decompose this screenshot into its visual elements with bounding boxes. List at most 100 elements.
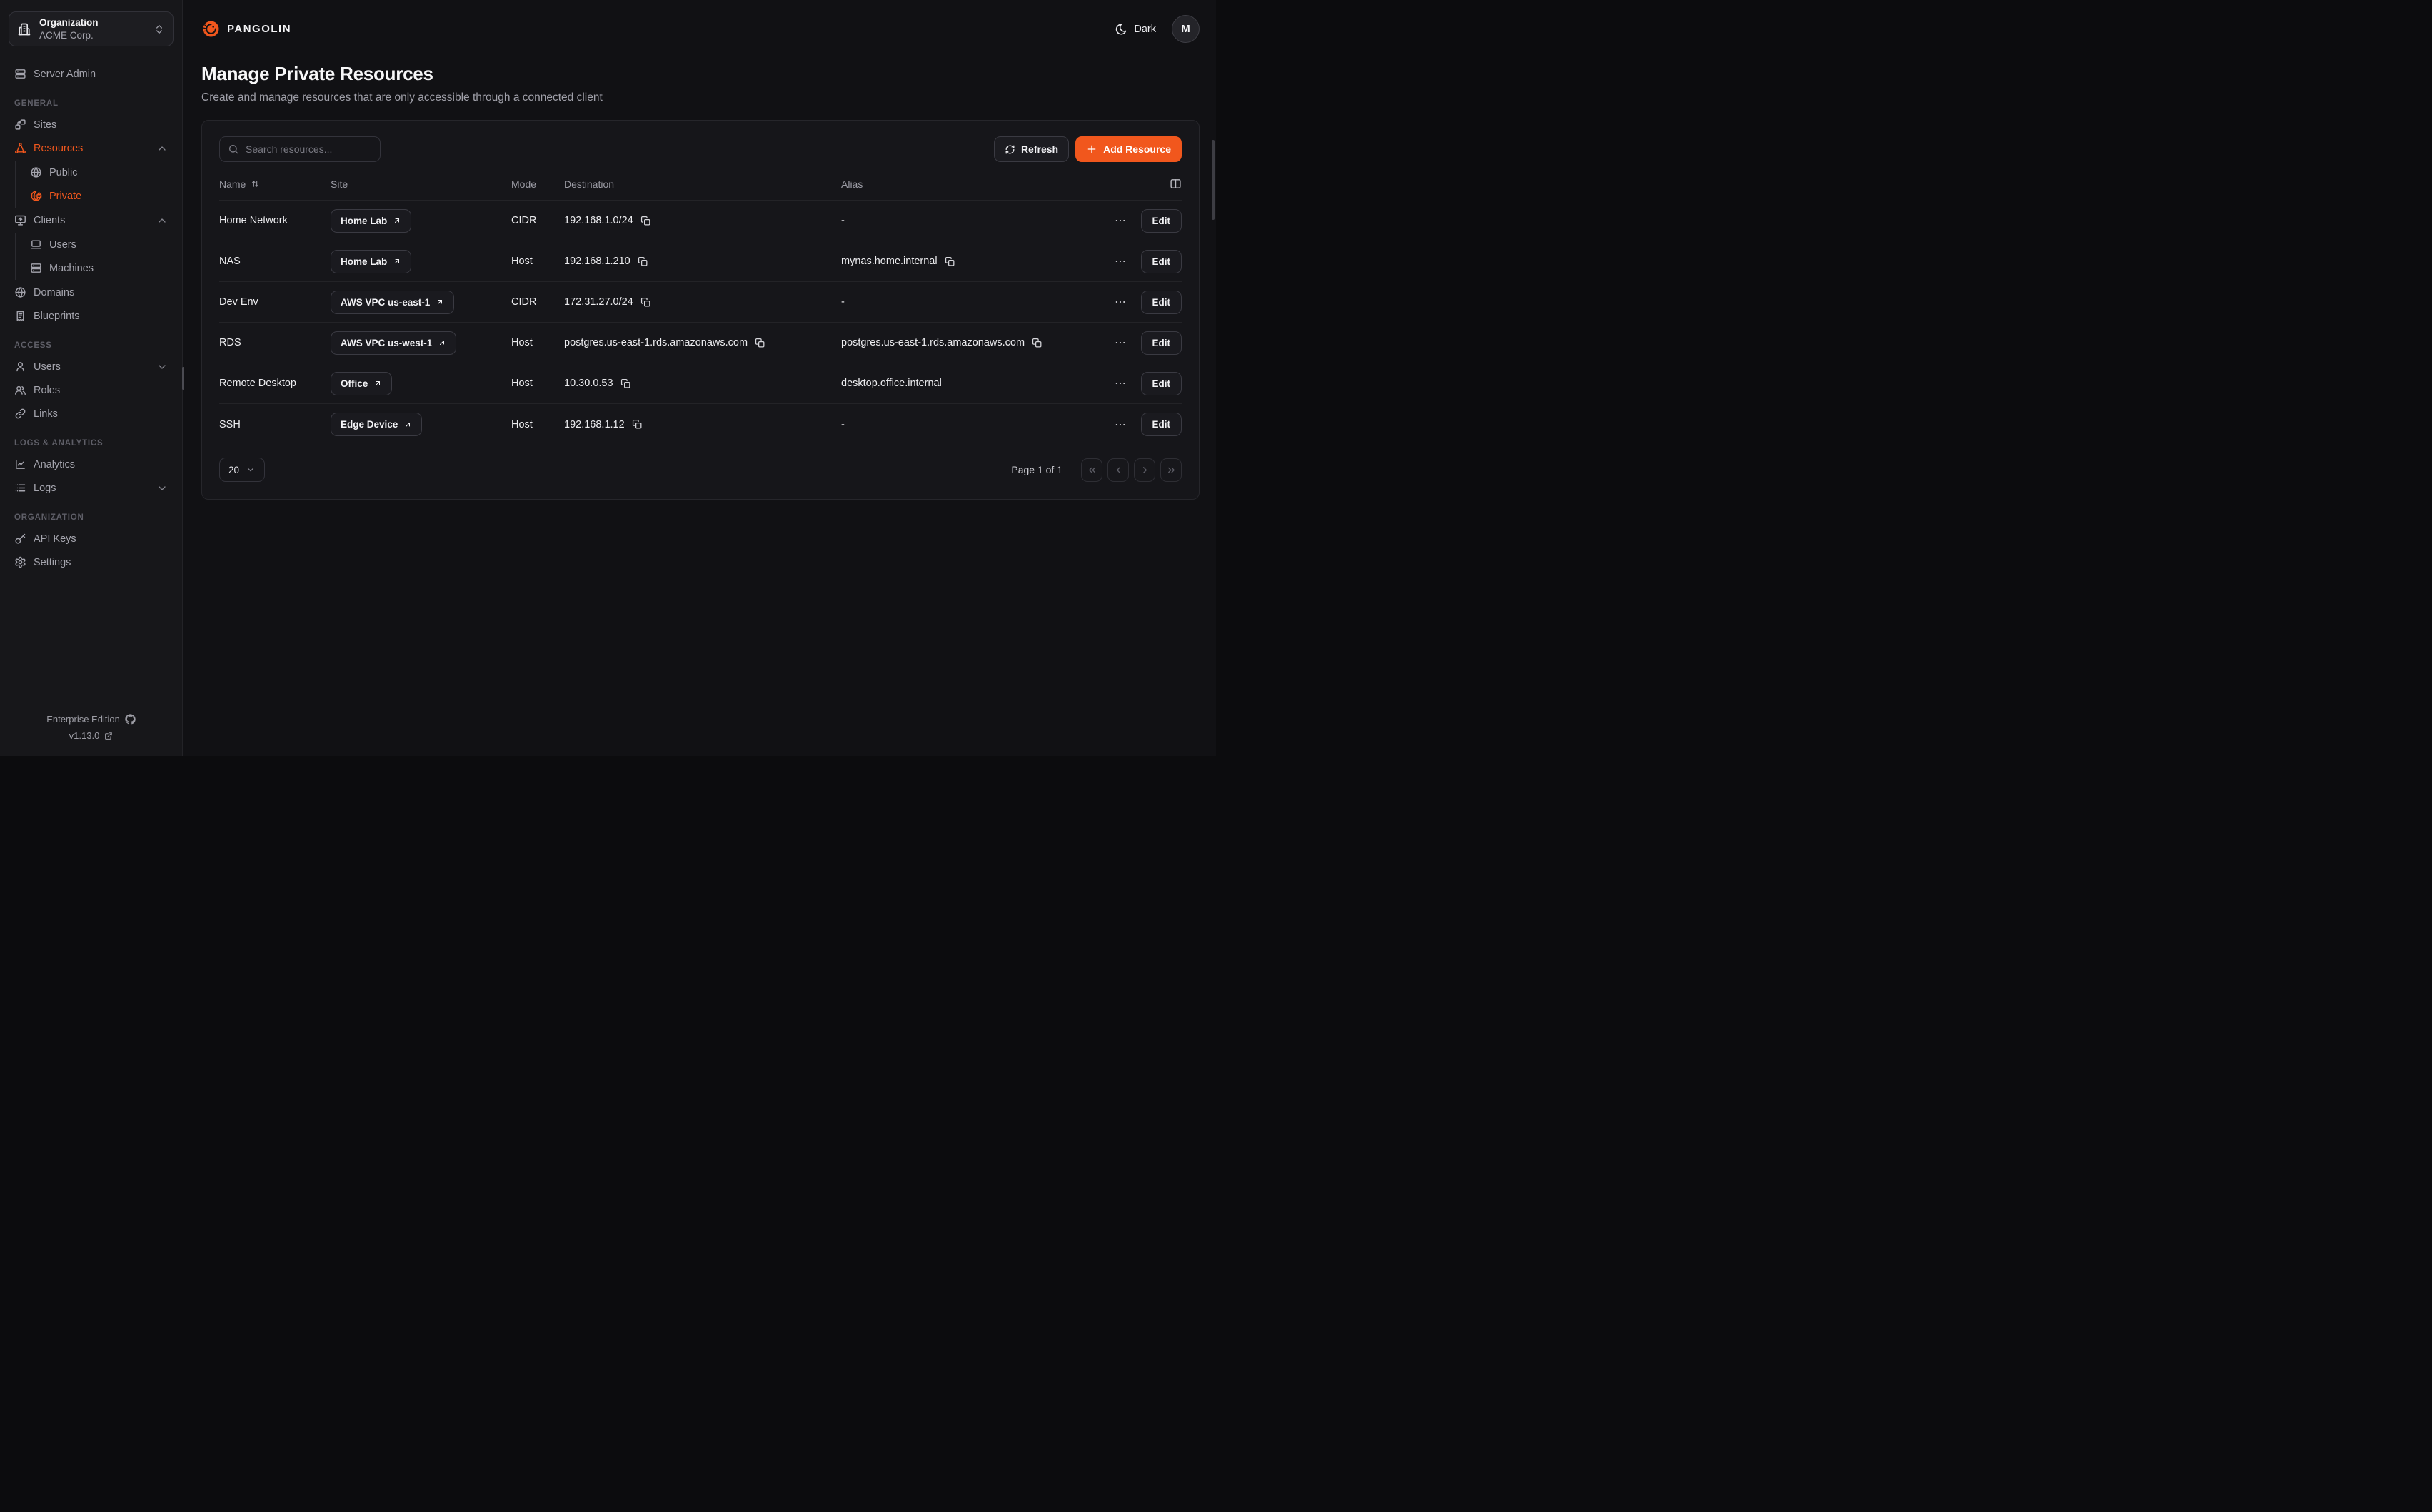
edit-button[interactable]: Edit bbox=[1141, 331, 1182, 355]
last-page-button[interactable] bbox=[1160, 458, 1182, 482]
resource-name-cell: Dev Env bbox=[219, 296, 331, 308]
first-page-button[interactable] bbox=[1081, 458, 1102, 482]
site-link-button[interactable]: Home Lab bbox=[331, 250, 411, 273]
row-menu-button[interactable] bbox=[1114, 296, 1127, 308]
sidebar-item-clients-machines[interactable]: Machines bbox=[24, 256, 174, 280]
site-cell: AWS VPC us-west-1 bbox=[331, 331, 511, 355]
mode-cell: Host bbox=[511, 378, 564, 389]
column-header-site: Site bbox=[331, 178, 511, 190]
add-resource-button[interactable]: Add Resource bbox=[1075, 136, 1182, 162]
row-menu-button[interactable] bbox=[1114, 255, 1127, 268]
row-menu-button[interactable] bbox=[1114, 377, 1127, 390]
waypoints-icon bbox=[14, 142, 26, 154]
sidebar-resize-handle[interactable] bbox=[182, 367, 184, 390]
theme-toggle[interactable]: Dark bbox=[1115, 23, 1156, 36]
site-link-button[interactable]: Office bbox=[331, 372, 392, 395]
brand[interactable]: PANGOLIN bbox=[201, 19, 291, 39]
user-icon bbox=[14, 361, 26, 373]
version-link[interactable]: v1.13.0 bbox=[69, 730, 114, 741]
site-link-button[interactable]: AWS VPC us-east-1 bbox=[331, 291, 454, 314]
next-page-button[interactable] bbox=[1134, 458, 1155, 482]
copy-icon bbox=[755, 338, 765, 348]
site-link-button[interactable]: Home Lab bbox=[331, 209, 411, 233]
edit-button[interactable]: Edit bbox=[1141, 209, 1182, 233]
main-content: PANGOLIN Dark M Manage Private Resources… bbox=[183, 0, 1216, 756]
pagination-controls: Page 1 of 1 bbox=[1011, 458, 1182, 482]
copy-destination-button[interactable] bbox=[620, 378, 631, 389]
chevron-down-icon bbox=[246, 465, 256, 475]
window-scrollbar-thumb[interactable] bbox=[1212, 140, 1215, 220]
site-link-button[interactable]: Edge Device bbox=[331, 413, 422, 436]
sidebar-item-logs[interactable]: Logs bbox=[9, 476, 174, 500]
sidebar-item-settings[interactable]: Settings bbox=[9, 550, 174, 574]
chevron-right-icon bbox=[1140, 465, 1150, 475]
org-selector[interactable]: Organization ACME Corp. bbox=[9, 11, 174, 46]
site-cell: Home Lab bbox=[331, 250, 511, 273]
sidebar-item-label: Logs bbox=[34, 483, 149, 494]
sidebar-item-label: Users bbox=[34, 361, 149, 373]
arrow-up-right-icon bbox=[393, 216, 401, 225]
refresh-button[interactable]: Refresh bbox=[994, 136, 1069, 162]
list-icon bbox=[14, 482, 26, 494]
edit-button[interactable]: Edit bbox=[1141, 372, 1182, 395]
monitor-up-icon bbox=[14, 214, 26, 226]
destination-value: 172.31.27.0/24 bbox=[564, 296, 633, 308]
chevron-down-icon bbox=[156, 483, 168, 494]
sidebar-item-blueprints[interactable]: Blueprints bbox=[9, 304, 174, 328]
chevron-left-icon bbox=[1113, 465, 1124, 475]
row-menu-button[interactable] bbox=[1114, 336, 1127, 349]
copy-alias-button[interactable] bbox=[1032, 338, 1042, 348]
globe-icon bbox=[14, 286, 26, 298]
sidebar-item-api-keys[interactable]: API Keys bbox=[9, 527, 174, 550]
copy-destination-button[interactable] bbox=[755, 338, 765, 348]
topbar: PANGOLIN Dark M bbox=[201, 0, 1200, 43]
copy-destination-button[interactable] bbox=[640, 297, 651, 308]
sidebar-item-sites[interactable]: Sites bbox=[9, 113, 174, 136]
sidebar-item-domains[interactable]: Domains bbox=[9, 281, 174, 304]
combine-icon bbox=[14, 119, 26, 131]
copy-destination-button[interactable] bbox=[640, 216, 651, 226]
destination-value: 10.30.0.53 bbox=[564, 378, 613, 389]
search-box[interactable] bbox=[219, 136, 381, 162]
sidebar-item-links[interactable]: Links bbox=[9, 402, 174, 425]
row-menu-button[interactable] bbox=[1114, 418, 1127, 431]
laptop-icon bbox=[30, 238, 42, 251]
arrow-up-right-icon bbox=[403, 420, 412, 429]
edition-link[interactable]: Enterprise Edition bbox=[46, 714, 136, 725]
sidebar-item-resources[interactable]: Resources bbox=[9, 136, 174, 160]
sidebar-item-users[interactable]: Users bbox=[9, 355, 174, 378]
copy-destination-button[interactable] bbox=[632, 419, 643, 430]
sidebar-item-resources-private[interactable]: Private bbox=[24, 184, 174, 208]
page-size-select[interactable]: 20 bbox=[219, 458, 265, 482]
sidebar-item-resources-public[interactable]: Public bbox=[24, 161, 174, 184]
avatar[interactable]: M bbox=[1172, 15, 1200, 43]
table-row: Remote DesktopOfficeHost10.30.0.53deskto… bbox=[219, 363, 1182, 404]
edit-button[interactable]: Edit bbox=[1141, 413, 1182, 436]
sidebar-item-clients[interactable]: Clients bbox=[9, 208, 174, 232]
arrow-up-right-icon bbox=[373, 379, 382, 388]
sidebar-item-roles[interactable]: Roles bbox=[9, 378, 174, 402]
copy-icon bbox=[640, 216, 651, 226]
edit-button[interactable]: Edit bbox=[1141, 291, 1182, 314]
refresh-icon bbox=[1005, 144, 1015, 155]
mode-cell: CIDR bbox=[511, 296, 564, 308]
server-icon bbox=[30, 262, 42, 274]
column-settings-button[interactable] bbox=[1170, 178, 1182, 190]
site-link-button[interactable]: AWS VPC us-west-1 bbox=[331, 331, 456, 355]
edit-button[interactable]: Edit bbox=[1141, 250, 1182, 273]
sidebar-item-analytics[interactable]: Analytics bbox=[9, 453, 174, 476]
sidebar-item-clients-users[interactable]: Users bbox=[24, 233, 174, 256]
globe-lock-icon bbox=[30, 190, 42, 202]
prev-page-button[interactable] bbox=[1107, 458, 1129, 482]
users-icon bbox=[14, 384, 26, 396]
site-cell: AWS VPC us-east-1 bbox=[331, 291, 511, 314]
row-menu-button[interactable] bbox=[1114, 214, 1127, 227]
sidebar-item-server-admin[interactable]: Server Admin bbox=[9, 62, 174, 86]
chevrons-left-icon bbox=[1087, 465, 1097, 475]
search-input[interactable] bbox=[246, 143, 372, 155]
sort-by-name-button[interactable]: Name bbox=[219, 178, 331, 190]
copy-alias-button[interactable] bbox=[945, 256, 955, 267]
server-icon bbox=[14, 68, 26, 80]
copy-destination-button[interactable] bbox=[638, 256, 648, 267]
destination-value: 192.168.1.210 bbox=[564, 256, 630, 267]
